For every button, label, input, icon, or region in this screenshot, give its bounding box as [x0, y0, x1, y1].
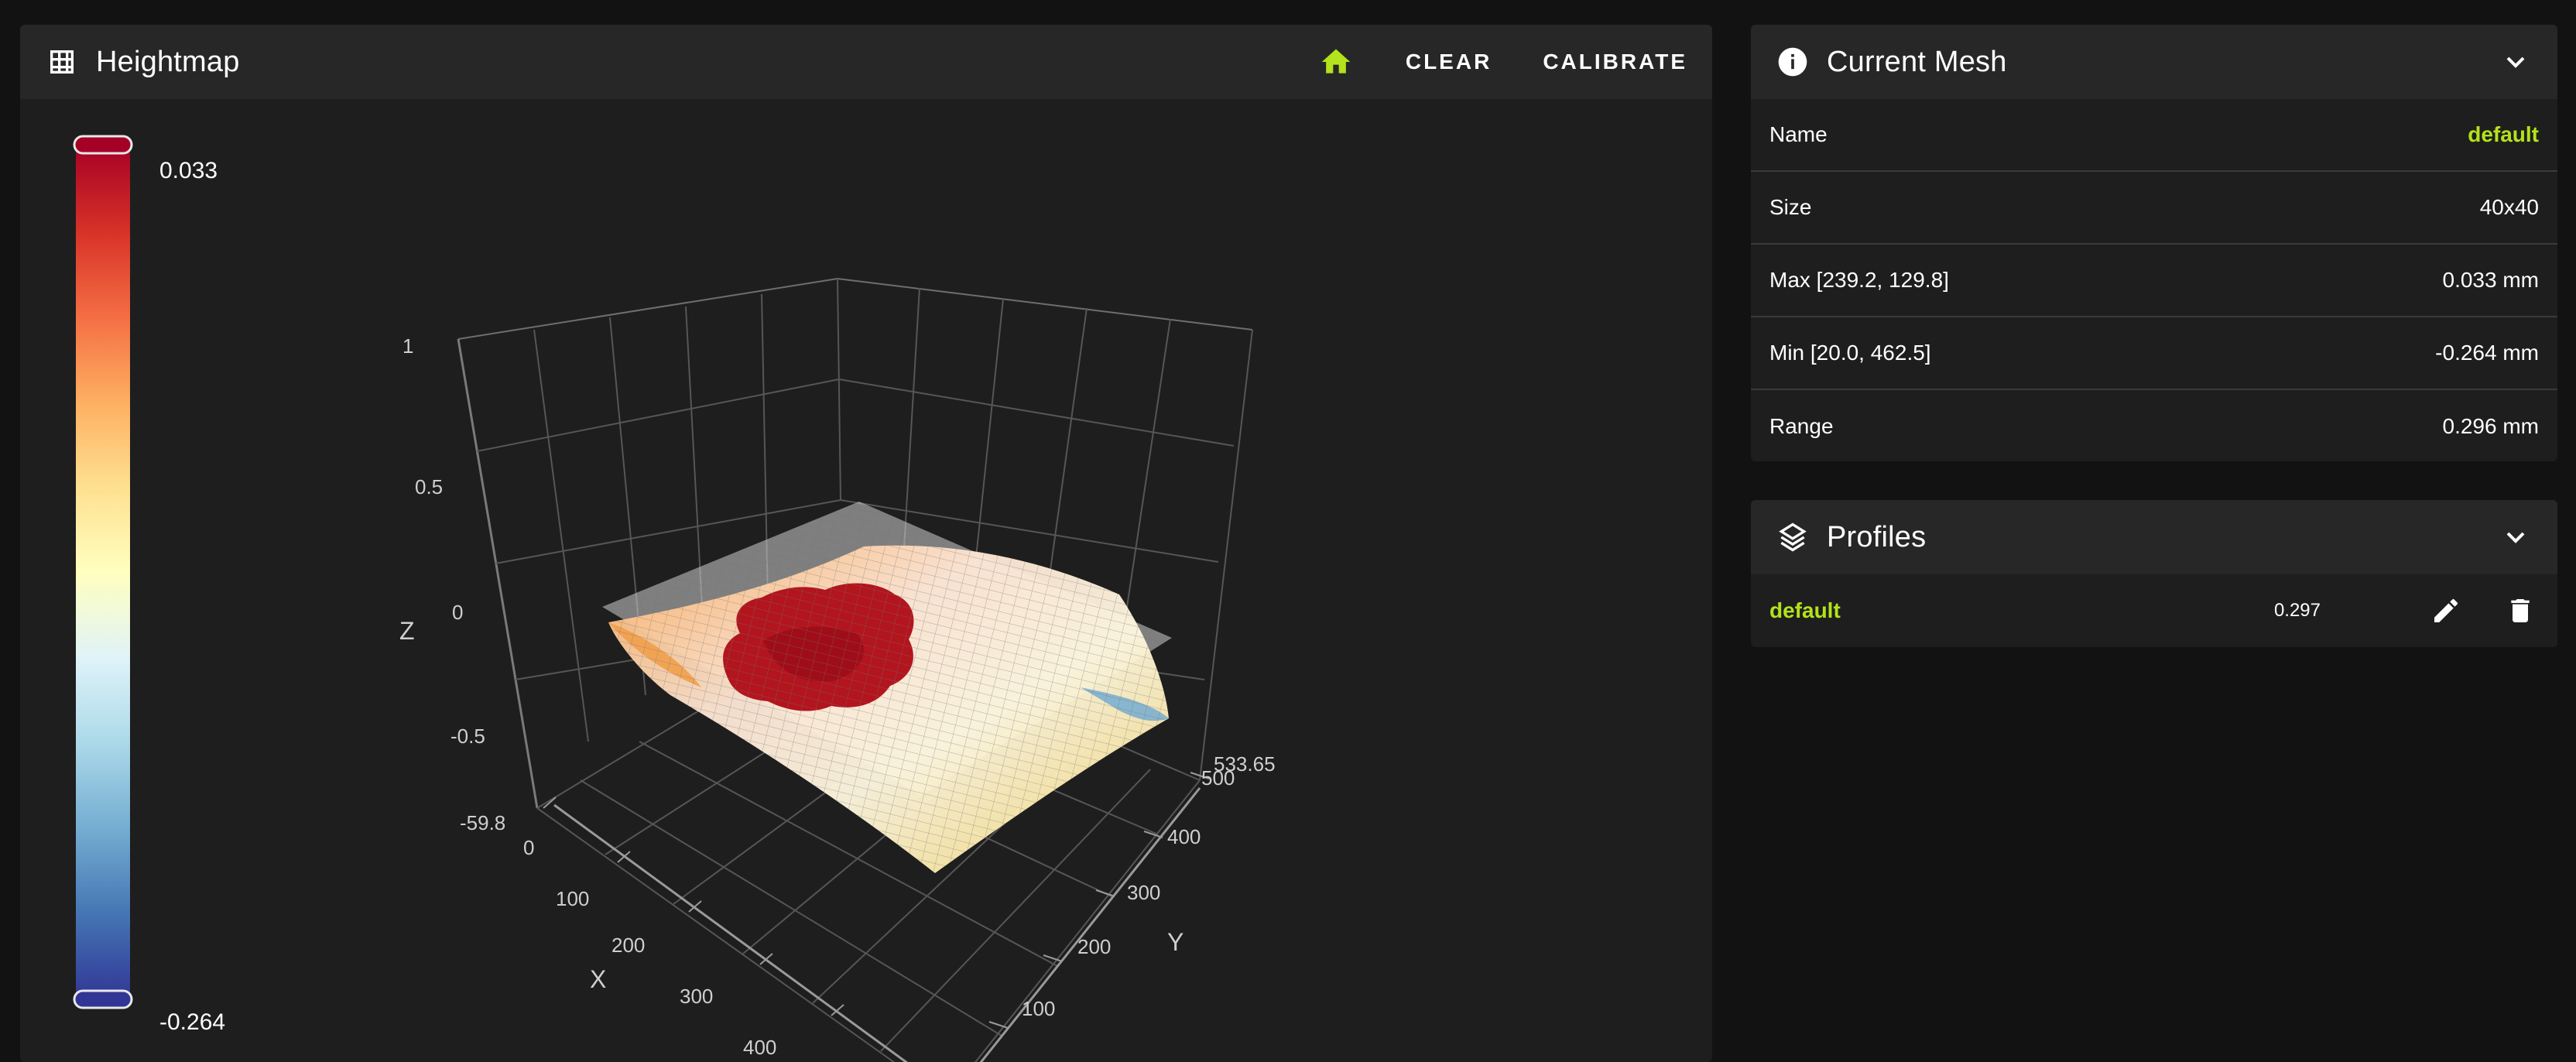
edit-button[interactable] [2427, 592, 2465, 629]
profile-range: 0.297 [2273, 600, 2321, 621]
mesh-row-label: Size [1769, 195, 1812, 219]
z-tick-label: 0 [452, 601, 463, 624]
mesh-row-range: Range 0.296 mm [1751, 390, 2557, 461]
y-tick-label: 300 [1127, 881, 1160, 904]
colorbar-min-handle[interactable] [73, 989, 133, 1009]
z-tick-label: -0.5 [450, 725, 485, 748]
x-tick-label: 200 [611, 934, 645, 957]
profile-name[interactable]: default [1769, 598, 2274, 623]
heightmap-header: Heightmap CLEAR CALIBRATE [20, 25, 1712, 99]
y-axis-title: Y [1167, 928, 1184, 956]
delete-button[interactable] [2502, 592, 2539, 629]
y-max-label: 533.65 [1214, 752, 1276, 776]
colorbar-min-label: -0.264 [159, 1009, 225, 1035]
z-tick-label: 1 [402, 334, 413, 358]
mesh-info-list: Name default Size 40x40 Max [239.2, 129.… [1751, 99, 2557, 461]
y-tick-label: 400 [1167, 825, 1201, 848]
z-tick-label: -59.8 [460, 811, 505, 834]
y-tick-label: 100 [1022, 997, 1055, 1020]
mesh-row-value: 0.296 mm [2442, 414, 2540, 438]
grid-icon [45, 45, 79, 79]
current-mesh-title: Current Mesh [1827, 45, 2007, 78]
calibrate-button[interactable]: CALIBRATE [1543, 50, 1687, 74]
clear-button[interactable]: CLEAR [1406, 50, 1492, 74]
mesh-row-label: Max [239.2, 129.8] [1769, 268, 1949, 292]
profiles-header[interactable]: Profiles [1751, 500, 2557, 574]
y-tick-label: 200 [1077, 935, 1111, 958]
colorbar-max-handle[interactable] [73, 135, 133, 155]
mesh-row-value: 0.033 mm [2442, 268, 2540, 292]
home-icon [1321, 49, 1351, 74]
current-mesh-card: Current Mesh Name default Size 40x40 Max… [1751, 25, 2557, 461]
chevron-down-icon[interactable] [2499, 45, 2533, 79]
x-tick-label: 300 [680, 985, 713, 1008]
mesh-row-min: Min [20.0, 462.5] -0.264 mm [1751, 317, 2557, 390]
info-icon [1776, 45, 1810, 79]
profiles-card: Profiles default 0.297 [1751, 500, 2557, 647]
current-mesh-header[interactable]: Current Mesh [1751, 25, 2557, 99]
mesh-row-max: Max [239.2, 129.8] 0.033 mm [1751, 245, 2557, 317]
mesh-row-size: Size 40x40 [1751, 172, 2557, 245]
mesh-row-label: Min [20.0, 462.5] [1769, 341, 1931, 365]
x-tick-label: 0 [523, 836, 534, 859]
mesh-row-value: default [2468, 122, 2539, 146]
home-button[interactable] [1317, 43, 1355, 81]
layers-icon [1776, 520, 1810, 554]
mesh-row-value: -0.264 mm [2435, 341, 2539, 365]
chevron-down-icon[interactable] [2499, 520, 2533, 554]
colorbar-max-label: 0.033 [159, 158, 218, 183]
pencil-icon [2434, 598, 2458, 622]
mesh-row-value: 40x40 [2479, 195, 2539, 219]
x-tick-label: 400 [743, 1036, 776, 1059]
heightmap-panel: Heightmap CLEAR CALIBRATE 0.033 -0.264 1… [20, 25, 1712, 1062]
heightmap-plot[interactable]: 0.033 -0.264 1 0.5 0 -0.5 -59.8 0 100 20… [20, 99, 1712, 1062]
mesh-row-label: Range [1769, 414, 1834, 438]
z-axis-title: Z [399, 617, 415, 645]
trash-icon [2511, 599, 2530, 622]
profile-item[interactable]: default 0.297 [1751, 574, 2557, 647]
colorbar [76, 144, 130, 1000]
mesh-row-label: Name [1769, 122, 1828, 146]
z-tick-label: 0.5 [415, 475, 443, 498]
plot-area[interactable]: 0.033 -0.264 1 0.5 0 -0.5 -59.8 0 100 20… [20, 99, 1712, 1062]
mesh-row-name: Name default [1751, 99, 2557, 172]
x-tick-label: 100 [556, 887, 589, 910]
profiles-title: Profiles [1827, 520, 1927, 553]
x-axis-title: X [590, 965, 606, 993]
heightmap-title: Heightmap [96, 45, 240, 78]
